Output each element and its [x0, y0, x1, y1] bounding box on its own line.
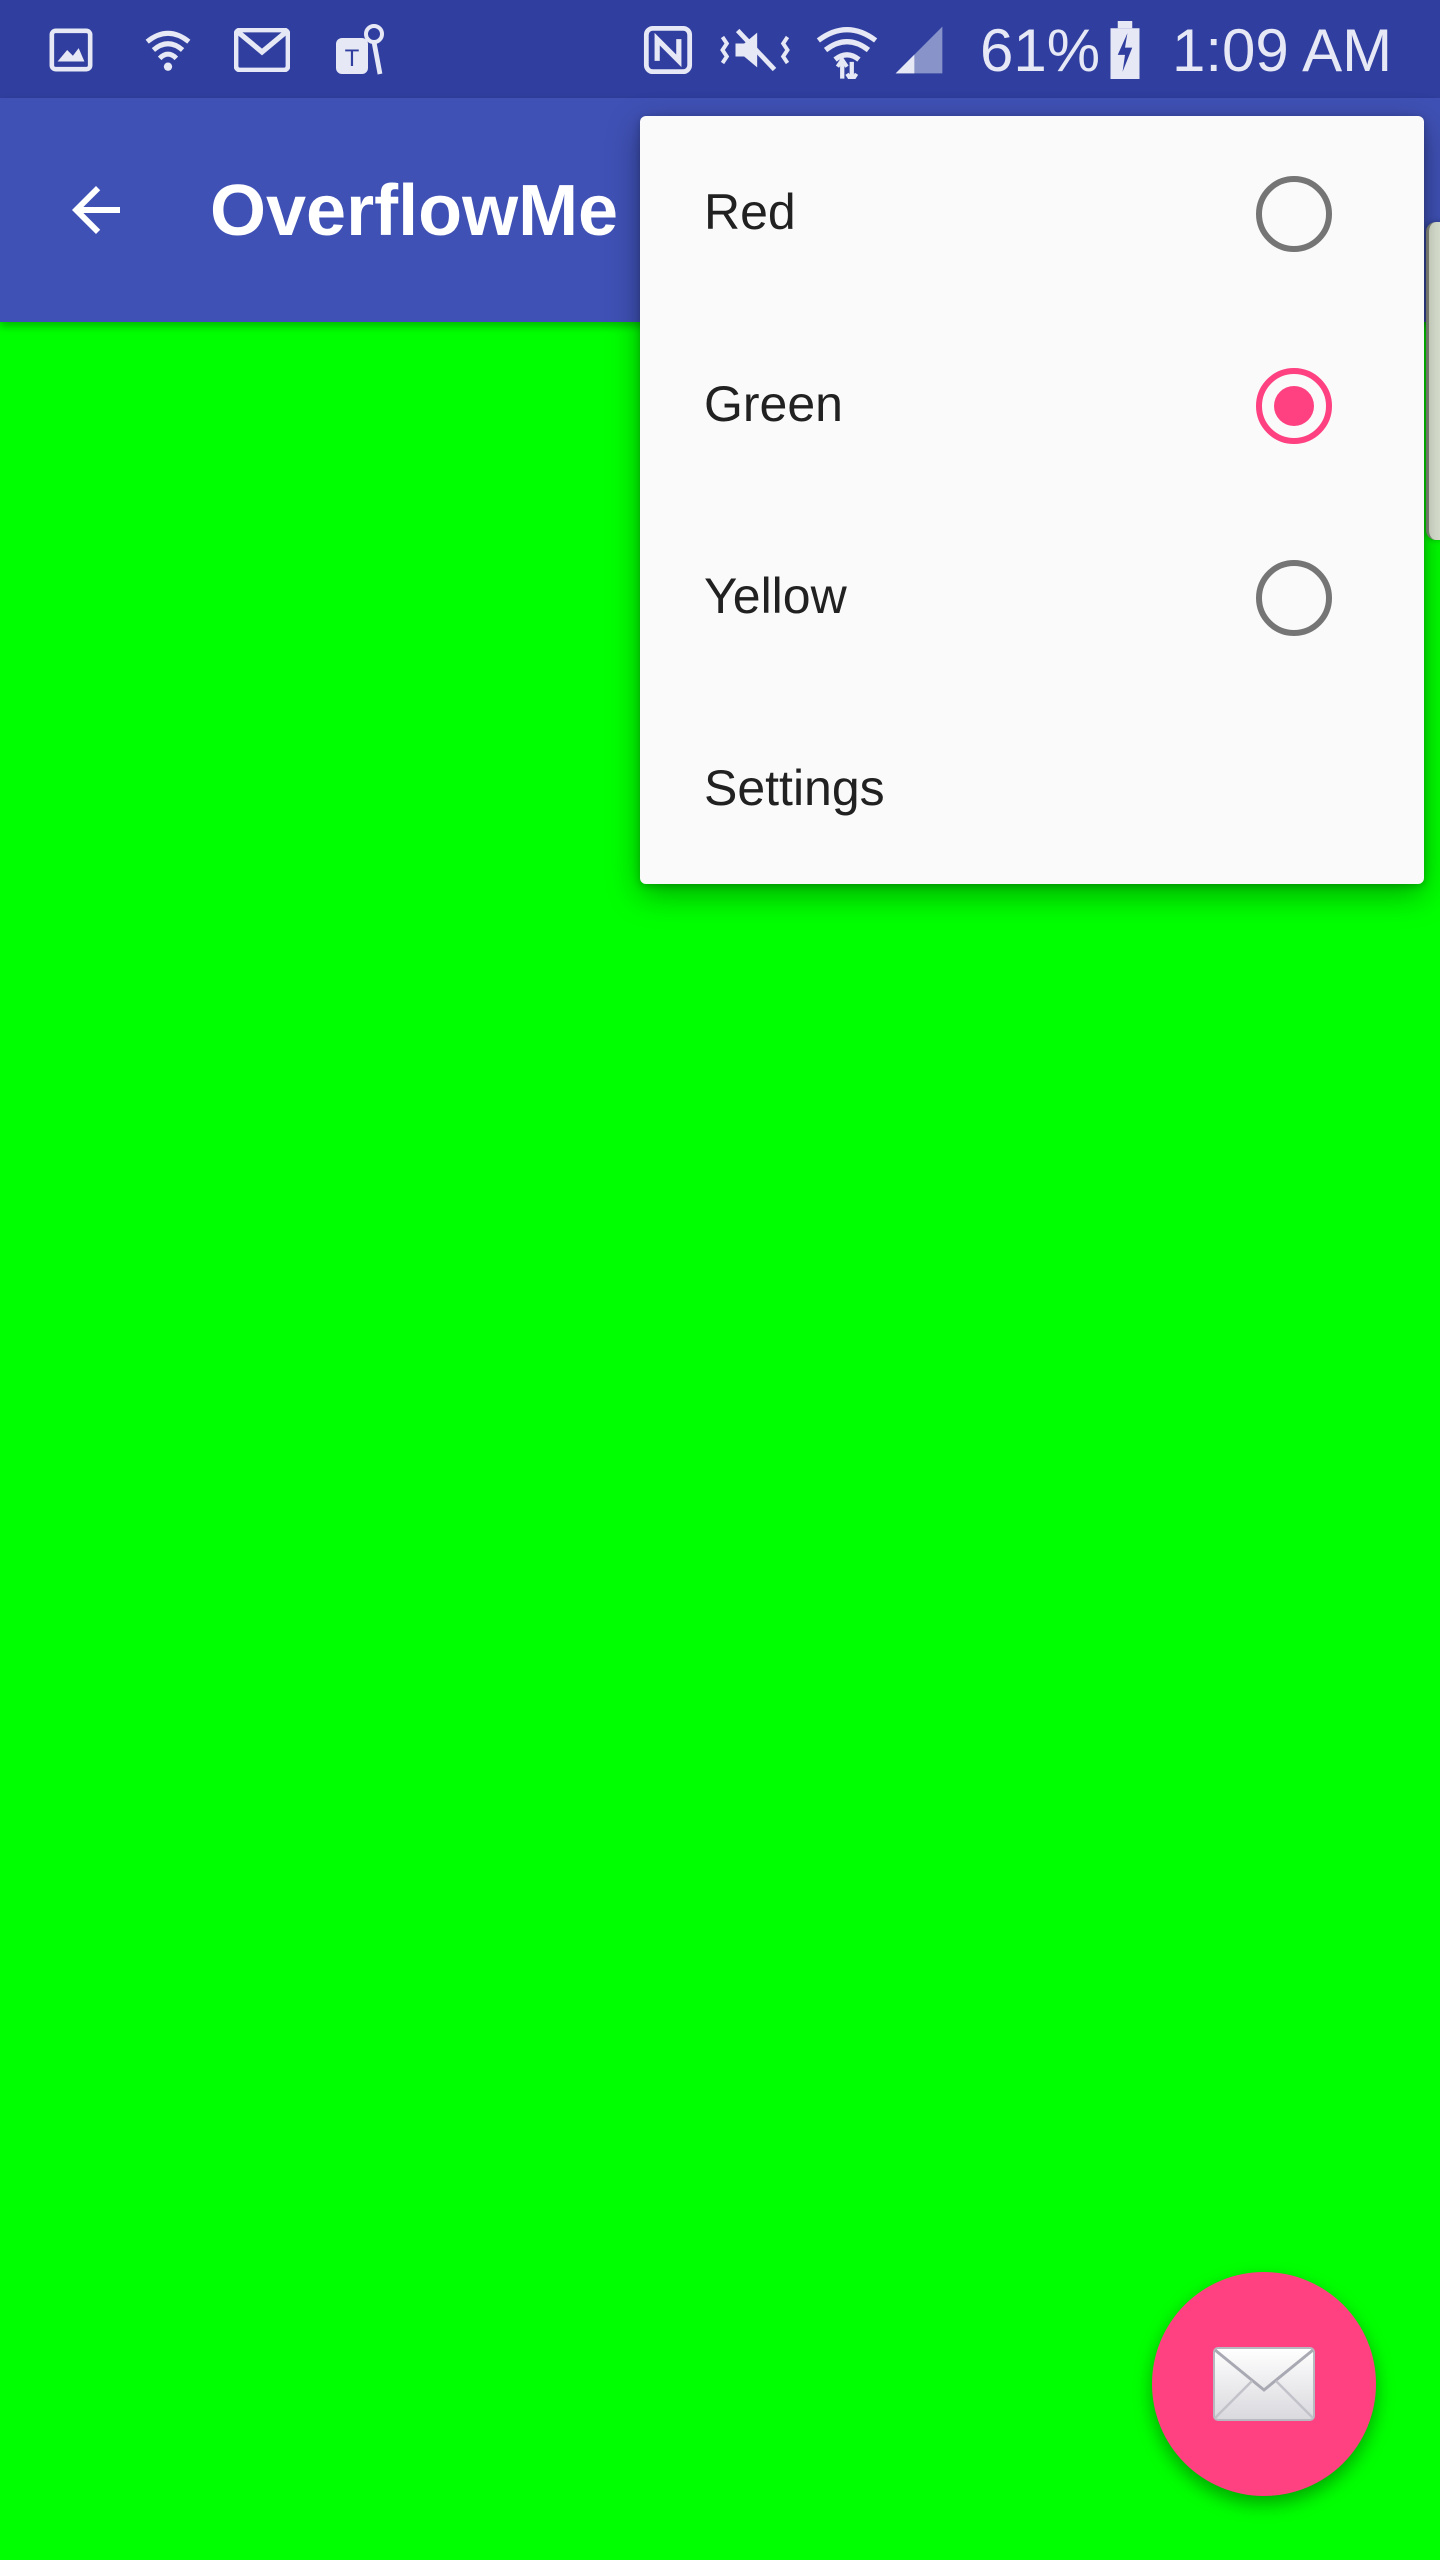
- screen: T 61% 1:09 AM OverflowMe Red Green Yello…: [0, 0, 1440, 2560]
- arrow-back-icon: [72, 186, 120, 234]
- battery-charging-icon: [1106, 21, 1144, 79]
- battery-percent: 61%: [980, 17, 1101, 84]
- vibrate-mute-icon: [716, 22, 794, 78]
- image-notification-icon: [46, 22, 96, 78]
- wifi-notification-icon: [140, 22, 196, 78]
- svg-text:T: T: [344, 47, 359, 72]
- menu-item-label: Red: [704, 184, 796, 240]
- edge-panel-handle[interactable]: [1426, 222, 1440, 540]
- radio-unchecked-icon[interactable]: [1254, 174, 1334, 254]
- overflow-menu: Red Green Yellow Settings: [640, 116, 1424, 884]
- menu-item-label: Settings: [704, 760, 885, 816]
- status-bar: T 61% 1:09 AM: [0, 0, 1440, 98]
- menu-item-settings[interactable]: Settings: [640, 692, 1424, 884]
- menu-item-label: Yellow: [704, 568, 847, 624]
- back-button[interactable]: [50, 164, 142, 256]
- t-mobile-icon: T: [330, 22, 390, 78]
- menu-item-green[interactable]: Green: [640, 308, 1424, 500]
- radio-unchecked-icon[interactable]: [1254, 558, 1334, 638]
- gmail-icon: [232, 22, 292, 78]
- email-icon: [1213, 2347, 1315, 2421]
- menu-item-yellow[interactable]: Yellow: [640, 500, 1424, 692]
- nfc-icon: [640, 22, 696, 78]
- cell-signal-icon: [886, 22, 952, 78]
- wifi-signal-icon: [814, 22, 880, 79]
- menu-item-red[interactable]: Red: [640, 116, 1424, 308]
- menu-item-label: Green: [704, 376, 843, 432]
- radio-checked-icon[interactable]: [1254, 366, 1334, 446]
- email-fab-button[interactable]: [1152, 2272, 1376, 2496]
- app-title: OverflowMe: [210, 171, 619, 251]
- status-time: 1:09 AM: [1172, 17, 1393, 84]
